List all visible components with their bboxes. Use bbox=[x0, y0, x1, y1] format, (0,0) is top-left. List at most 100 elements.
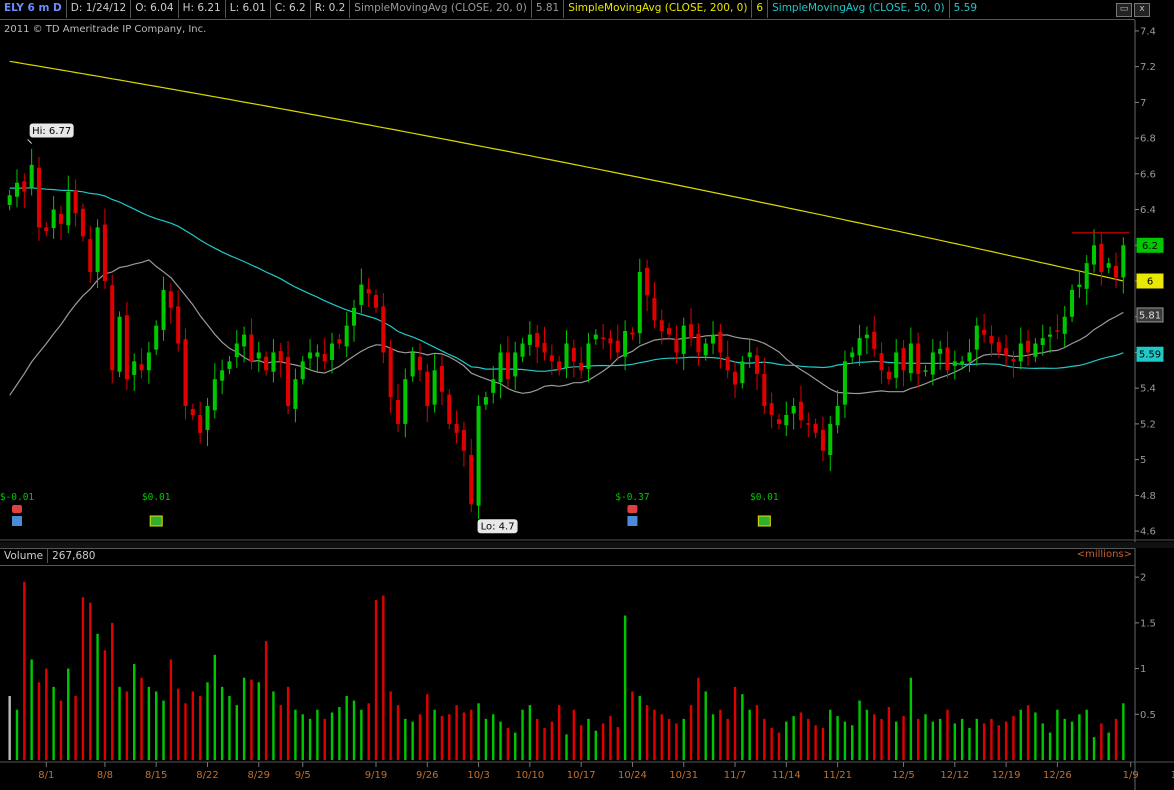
volume-bar bbox=[1114, 718, 1118, 760]
low-value: L: 6.01 bbox=[226, 0, 271, 18]
sma20-label[interactable]: SimpleMovingAvg (CLOSE, 20, 0) bbox=[350, 0, 532, 18]
candle-body bbox=[322, 353, 327, 362]
candle-body bbox=[872, 331, 877, 349]
candle-body bbox=[1106, 263, 1111, 268]
date-axis: 8/1 8/8 8/15 8/22 8/29 9/5 9/19 9/26 10/3 10/10 10… bbox=[38, 762, 1174, 781]
candle-body bbox=[1048, 334, 1053, 337]
candle-body bbox=[498, 352, 503, 383]
candle-body bbox=[1062, 316, 1067, 334]
candle-body bbox=[1113, 265, 1119, 278]
volume-bar bbox=[543, 728, 546, 760]
date-tick-label: 8/22 bbox=[196, 770, 218, 781]
chart-canvas[interactable]: 4.64.855.25.45.65.866.26.46.66.877.27.4 … bbox=[0, 0, 1174, 790]
candle-body bbox=[80, 208, 85, 237]
candle-body bbox=[886, 371, 891, 380]
candle-body bbox=[989, 336, 994, 344]
volume-bar bbox=[982, 723, 986, 760]
candle-body bbox=[535, 333, 540, 348]
candle-body bbox=[608, 338, 613, 344]
candle-body bbox=[908, 343, 913, 374]
sma200-line bbox=[9, 60, 1124, 282]
close-button[interactable]: x bbox=[1134, 3, 1150, 17]
hi-lo-labels: Hi: 6.77 Lo: 4.7 bbox=[27, 123, 518, 534]
volume-bar bbox=[1048, 732, 1052, 760]
candle-body bbox=[1077, 284, 1082, 288]
candle-body bbox=[432, 370, 437, 405]
volume-bar bbox=[228, 696, 231, 760]
restore-button[interactable]: ▭ bbox=[1116, 3, 1132, 17]
volume-bar bbox=[484, 718, 488, 760]
candle-body bbox=[220, 370, 225, 381]
candle-body bbox=[168, 291, 173, 308]
price-tick-label: 7 bbox=[1140, 98, 1146, 109]
volume-bar bbox=[162, 700, 165, 760]
volume-label[interactable]: Volume bbox=[0, 549, 49, 563]
sma50-label[interactable]: SimpleMovingAvg (CLOSE, 50, 0) bbox=[768, 0, 950, 18]
volume-bar bbox=[294, 709, 297, 760]
sma200-value: 6 bbox=[752, 0, 769, 18]
date-value: D: 1/24/12 bbox=[67, 0, 132, 18]
volume-bar bbox=[763, 718, 766, 760]
volume-bar bbox=[140, 677, 143, 760]
candle-body bbox=[447, 394, 452, 424]
volume-bar bbox=[638, 696, 641, 760]
date-tick-label: 8/29 bbox=[248, 770, 270, 781]
volume-bar bbox=[103, 650, 107, 760]
candle-body bbox=[373, 294, 379, 308]
volume-bar bbox=[528, 705, 532, 760]
candle-body bbox=[205, 406, 210, 430]
candle-body bbox=[930, 352, 935, 375]
volume-bar bbox=[264, 641, 268, 760]
candle-body bbox=[271, 352, 276, 372]
volume-bar bbox=[1070, 721, 1074, 760]
volume-bar bbox=[660, 714, 663, 760]
volume-bar bbox=[1004, 721, 1008, 760]
price-tick-label: 4.8 bbox=[1140, 491, 1156, 502]
volume-bar bbox=[1019, 709, 1022, 760]
volume-bar bbox=[418, 714, 422, 760]
sma200-label[interactable]: SimpleMovingAvg (CLOSE, 200, 0) bbox=[564, 0, 753, 18]
volume-bar bbox=[1056, 709, 1059, 760]
volume-bar bbox=[374, 600, 378, 760]
candle-body bbox=[1011, 358, 1016, 362]
volume-bar bbox=[858, 700, 861, 760]
symbol-label[interactable]: ELY 6 m D bbox=[0, 0, 67, 18]
date-tick-label: 12/19 bbox=[992, 770, 1021, 781]
volume-bar bbox=[645, 705, 649, 760]
volume-bars bbox=[8, 581, 1125, 760]
volume-bar bbox=[360, 709, 363, 760]
event-markers[interactable]: $-0.01 $0.01 $-0.37 $0.01 bbox=[0, 492, 779, 527]
volume-bar bbox=[719, 709, 722, 760]
volume-bar bbox=[997, 725, 1000, 760]
volume-bar bbox=[514, 732, 517, 760]
volume-bar bbox=[733, 686, 737, 760]
volume-bar bbox=[411, 721, 414, 760]
volume-bar bbox=[829, 709, 832, 760]
candle-body bbox=[483, 397, 488, 405]
candle-body bbox=[593, 334, 598, 340]
volume-bar bbox=[433, 709, 436, 760]
volume-bar bbox=[440, 716, 444, 760]
candle-body bbox=[110, 285, 115, 371]
volume-bar bbox=[931, 721, 935, 760]
volume-bar bbox=[550, 721, 554, 760]
candle-body bbox=[982, 329, 987, 335]
date-tick-label: 11/7 bbox=[724, 770, 746, 781]
volume-bar bbox=[557, 705, 561, 760]
candle-body bbox=[615, 340, 620, 353]
candle-body bbox=[190, 408, 195, 415]
candle-body bbox=[234, 343, 239, 358]
price-tick-label: 6.8 bbox=[1140, 134, 1156, 145]
candle-body bbox=[776, 419, 781, 424]
candle-body bbox=[754, 355, 760, 374]
volume-bar bbox=[96, 633, 99, 760]
volume-bar bbox=[257, 682, 260, 760]
candle-body bbox=[330, 343, 335, 360]
volume-bar bbox=[250, 679, 253, 760]
volume-bar bbox=[675, 723, 678, 760]
candle-body bbox=[403, 379, 408, 424]
volume-tick-label: 1.5 bbox=[1140, 618, 1156, 629]
volume-bar bbox=[499, 721, 502, 760]
volume-bar bbox=[147, 686, 151, 760]
volume-value: 267,680 bbox=[52, 550, 96, 562]
